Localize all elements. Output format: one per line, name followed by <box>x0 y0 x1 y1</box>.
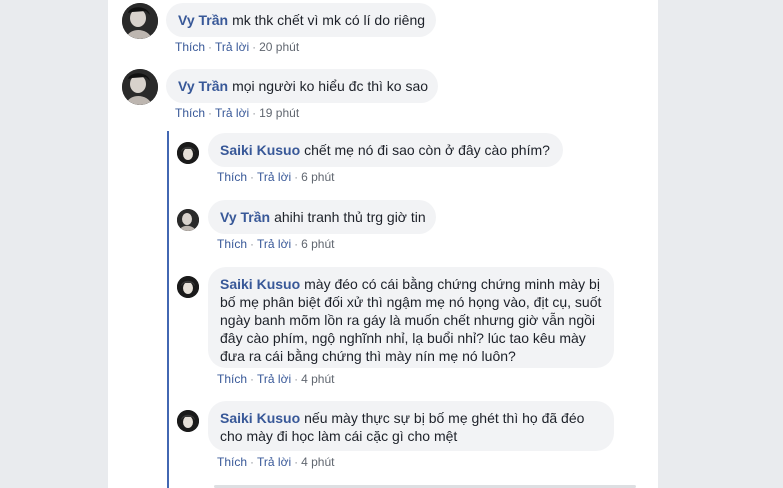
avatar-photo-icon <box>177 410 199 432</box>
like-link[interactable]: Thích <box>217 237 247 251</box>
avatar-saiki-kusuo[interactable] <box>177 142 199 164</box>
reply-time[interactable]: 6 phút <box>301 237 334 251</box>
reply-link[interactable]: Trả lời <box>257 372 291 386</box>
reply-bubble: Saiki Kusuo nếu mày thực sự bị bố mẹ ghét… <box>208 401 614 451</box>
like-link[interactable]: Thích <box>217 372 247 386</box>
reply-author[interactable]: Vy Trần <box>220 209 270 225</box>
avatar-photo-icon <box>177 209 199 231</box>
reply-author[interactable]: Saiki Kusuo <box>220 410 300 426</box>
comment-actions: Thích · Trả lời · 19 phút <box>175 106 300 120</box>
avatar-saiki-kusuo[interactable] <box>177 276 199 298</box>
reply-author[interactable]: Saiki Kusuo <box>220 276 300 292</box>
reply-link[interactable]: Trả lời <box>215 106 249 120</box>
avatar-photo-icon <box>122 3 158 39</box>
reply-time[interactable]: 4 phút <box>301 455 334 469</box>
reply-actions: Thích · Trả lời · 6 phút <box>217 237 335 251</box>
comment-author[interactable]: Vy Trần <box>178 12 228 28</box>
reply-actions: Thích · Trả lời · 4 phút <box>217 455 335 469</box>
like-link[interactable]: Thích <box>217 170 247 184</box>
comment-author[interactable]: Vy Trần <box>178 78 228 94</box>
avatar-saiki-kusuo[interactable] <box>177 410 199 432</box>
reply-bubble: Saiki Kusuo chết mẹ nó đi sao còn ở đây c… <box>208 133 563 167</box>
like-link[interactable]: Thích <box>175 40 205 54</box>
comment-bubble: Vy Trần mọi người ko hiểu đc thì ko sao <box>166 69 438 103</box>
comment-bubble: Vy Trần mk thk chết vì mk có lí do riêng <box>166 3 436 37</box>
avatar-photo-icon <box>122 69 158 105</box>
avatar-vy-tran[interactable] <box>122 69 158 105</box>
reply-actions: Thích · Trả lời · 4 phút <box>217 372 335 386</box>
like-link[interactable]: Thích <box>217 455 247 469</box>
comment-text: mọi người ko hiểu đc thì ko sao <box>232 78 429 94</box>
avatar-vy-tran[interactable] <box>177 209 199 231</box>
comment-text: mk thk chết vì mk có lí do riêng <box>232 12 426 28</box>
reply-author[interactable]: Saiki Kusuo <box>220 142 300 158</box>
avatar-photo-icon <box>177 142 199 164</box>
avatar-photo-icon <box>177 276 199 298</box>
comment-time[interactable]: 19 phút <box>259 106 299 120</box>
reply-text: ahihi tranh thủ trg giờ tin <box>274 209 426 225</box>
reply-time[interactable]: 4 phút <box>301 372 334 386</box>
avatar-vy-tran[interactable] <box>122 3 158 39</box>
like-link[interactable]: Thích <box>175 106 205 120</box>
reply-bubble: Vy Trần ahihi tranh thủ trg giờ tin <box>208 200 436 234</box>
comment-actions: Thích · Trả lời · 20 phút <box>175 40 300 54</box>
reply-actions: Thích · Trả lời · 6 phút <box>217 170 335 184</box>
comment-time[interactable]: 20 phút <box>259 40 299 54</box>
reply-link[interactable]: Trả lời <box>257 170 291 184</box>
reply-link[interactable]: Trả lời <box>257 237 291 251</box>
reply-link[interactable]: Trả lời <box>257 455 291 469</box>
reply-time[interactable]: 6 phút <box>301 170 334 184</box>
reply-bubble: Saiki Kusuo mày đéo có cái bằng chứng chứ… <box>208 267 614 368</box>
reply-text: chết mẹ nó đi sao còn ở đây cào phím? <box>304 142 550 158</box>
reply-thread-line <box>167 131 169 488</box>
reply-link[interactable]: Trả lời <box>215 40 249 54</box>
